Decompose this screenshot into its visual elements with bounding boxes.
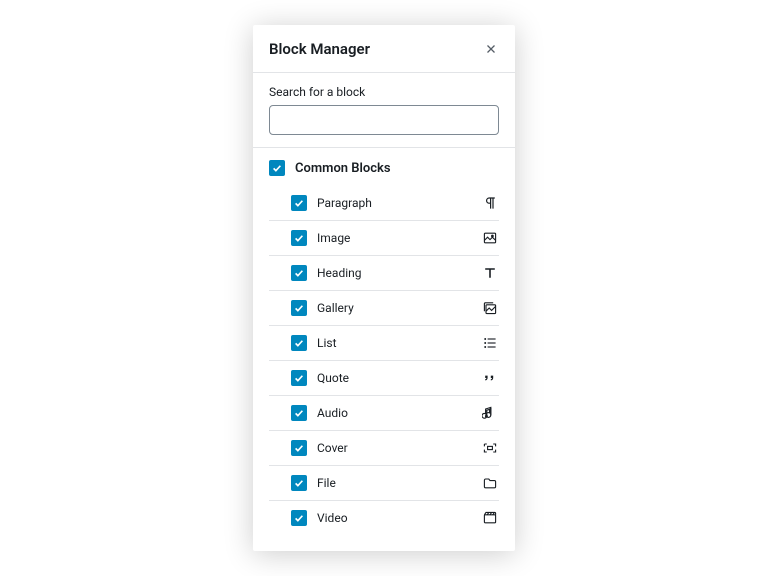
search-section: Search for a block: [253, 73, 515, 148]
category-label: Common Blocks: [295, 161, 391, 176]
check-icon: [271, 162, 283, 174]
block-checkbox[interactable]: [291, 405, 307, 421]
heading-icon: [481, 264, 499, 282]
block-label: Cover: [317, 441, 471, 455]
close-icon: [484, 42, 498, 56]
video-icon: [481, 509, 499, 527]
block-label: Video: [317, 511, 471, 525]
block-row: Cover: [269, 431, 499, 466]
block-label: Image: [317, 231, 471, 245]
check-icon: [293, 477, 305, 489]
paragraph-icon: [481, 194, 499, 212]
modal-header: Block Manager: [253, 25, 515, 73]
block-checkbox[interactable]: [291, 195, 307, 211]
check-icon: [293, 407, 305, 419]
block-checkbox[interactable]: [291, 335, 307, 351]
block-row: Gallery: [269, 291, 499, 326]
check-icon: [293, 232, 305, 244]
block-label: Paragraph: [317, 196, 471, 210]
gallery-icon: [481, 299, 499, 317]
search-input[interactable]: [269, 105, 499, 135]
category-checkbox[interactable]: [269, 160, 285, 176]
category-header: Common Blocks: [253, 148, 515, 186]
block-label: File: [317, 476, 471, 490]
block-row: File: [269, 466, 499, 501]
block-row: Heading: [269, 256, 499, 291]
block-row: Image: [269, 221, 499, 256]
block-checkbox[interactable]: [291, 265, 307, 281]
block-checkbox[interactable]: [291, 510, 307, 526]
file-icon: [481, 474, 499, 492]
block-row: Video: [269, 501, 499, 535]
quote-icon: [481, 369, 499, 387]
check-icon: [293, 442, 305, 454]
cover-icon: [481, 439, 499, 457]
block-list: Paragraph Image Heading Gallery List Quote Aud…: [253, 186, 515, 551]
block-checkbox[interactable]: [291, 300, 307, 316]
check-icon: [293, 267, 305, 279]
check-icon: [293, 197, 305, 209]
block-row: List: [269, 326, 499, 361]
audio-icon: [481, 404, 499, 422]
block-label: List: [317, 336, 471, 350]
image-icon: [481, 229, 499, 247]
block-checkbox[interactable]: [291, 370, 307, 386]
list-icon: [481, 334, 499, 352]
check-icon: [293, 512, 305, 524]
block-checkbox[interactable]: [291, 475, 307, 491]
block-row: Quote: [269, 361, 499, 396]
block-label: Quote: [317, 371, 471, 385]
close-button[interactable]: [483, 41, 499, 57]
block-label: Heading: [317, 266, 471, 280]
check-icon: [293, 302, 305, 314]
block-checkbox[interactable]: [291, 440, 307, 456]
check-icon: [293, 337, 305, 349]
modal-title: Block Manager: [269, 40, 370, 58]
search-label: Search for a block: [269, 85, 499, 99]
block-row: Paragraph: [269, 186, 499, 221]
block-manager-modal: Block Manager Search for a block Common …: [253, 25, 515, 551]
check-icon: [293, 372, 305, 384]
block-row: Audio: [269, 396, 499, 431]
block-label: Gallery: [317, 301, 471, 315]
block-label: Audio: [317, 406, 471, 420]
block-checkbox[interactable]: [291, 230, 307, 246]
